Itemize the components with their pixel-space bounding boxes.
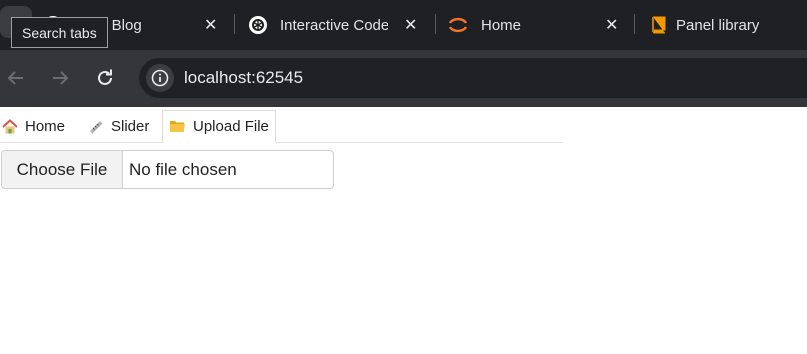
browser-tab-3[interactable]: Home ✕: [447, 0, 633, 50]
choose-file-button[interactable]: Choose File: [2, 151, 123, 188]
tab-upload-file[interactable]: Upload File: [162, 110, 276, 143]
search-tabs-tooltip: Search tabs: [11, 17, 108, 48]
browser-tab-strip: Jekyll Blog ✕ Interactive Code ✕ Home ✕ …: [0, 0, 807, 50]
browser-tab-title: Panel library: [676, 16, 760, 34]
jupyter-icon: [447, 14, 469, 36]
tab-separator: [234, 14, 235, 34]
house-icon: [2, 118, 18, 135]
close-icon[interactable]: ✕: [204, 15, 217, 35]
browser-toolbar: localhost:62545: [0, 50, 807, 107]
tab-slider[interactable]: Slider: [88, 110, 149, 143]
file-input[interactable]: Choose File No file chosen: [1, 150, 334, 189]
tab-home[interactable]: Home: [2, 110, 65, 143]
file-status-text: No file chosen: [129, 160, 237, 179]
tab-label: Slider: [111, 118, 150, 135]
info-icon: [151, 69, 169, 87]
browser-tab-4[interactable]: Panel library: [650, 0, 807, 50]
arrow-right-icon: [53, 71, 69, 85]
reload-button[interactable]: [91, 64, 119, 92]
browser-tab-title: Home: [481, 16, 522, 34]
tab-label: Home: [25, 118, 66, 135]
browser-tab-2[interactable]: Interactive Code ✕: [248, 0, 434, 50]
url-text[interactable]: localhost:62545: [184, 68, 303, 88]
close-icon[interactable]: ✕: [404, 15, 417, 35]
app-tabs: Home Slider Upload File: [0, 110, 563, 143]
folder-icon: [169, 119, 186, 134]
site-info-button[interactable]: [146, 64, 174, 92]
openai-icon: [248, 15, 268, 35]
close-icon[interactable]: ✕: [605, 15, 618, 35]
book-icon: [650, 16, 666, 34]
forward-button[interactable]: [46, 64, 74, 92]
tab-separator: [634, 14, 635, 34]
address-bar[interactable]: localhost:62545: [139, 58, 807, 98]
arrow-left-icon: [7, 71, 23, 85]
tab-separator: [435, 14, 436, 34]
tab-label: Upload File: [193, 118, 269, 135]
browser-tab-title: Interactive Code: [280, 16, 388, 34]
back-button[interactable]: [2, 64, 30, 92]
ruler-icon: [88, 119, 104, 135]
reload-icon: [98, 69, 112, 85]
web-page: Home Slider Upload File Choose File No f…: [0, 107, 807, 354]
